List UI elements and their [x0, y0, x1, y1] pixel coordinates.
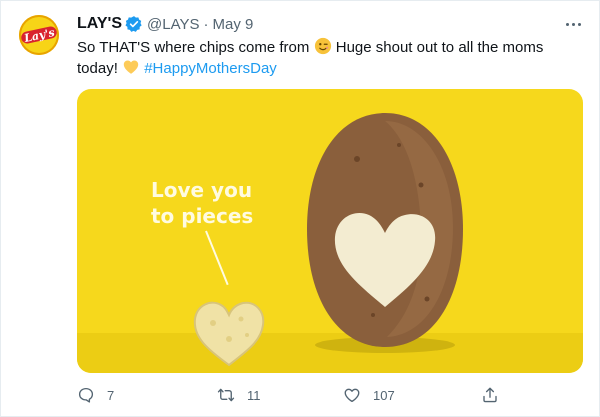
heart-chip-image — [193, 301, 265, 367]
share-icon — [483, 387, 497, 403]
tweet-actions: 7 11 107 — [77, 383, 517, 407]
reply-button[interactable]: 7 — [77, 383, 114, 407]
slogan-pointer-line — [205, 230, 229, 286]
reply-count: 7 — [107, 387, 115, 403]
like-icon — [344, 388, 360, 403]
tweet-text-part1: So THAT'S where chips come from — [77, 39, 310, 56]
tweet-image[interactable]: Love you to pieces — [77, 89, 583, 373]
retweet-icon — [217, 388, 235, 402]
image-slogan-line1: Love you — [151, 178, 253, 202]
lays-logo: Lay's — [19, 15, 59, 55]
verified-badge-icon — [125, 16, 142, 32]
avatar[interactable]: Lay's — [17, 13, 61, 57]
potato-image — [307, 113, 463, 353]
author-handle[interactable]: @LAYS — [147, 16, 199, 33]
tweet-text: So THAT'S where chips come from Huge sho… — [77, 37, 577, 79]
image-slogan-line2: to pieces — [151, 204, 254, 228]
more-options-icon[interactable] — [561, 15, 585, 33]
author-name[interactable]: LAY'S — [77, 15, 122, 33]
winking-face-emoji — [314, 37, 331, 55]
reply-icon — [78, 387, 94, 403]
hashtag-link[interactable]: #HappyMothersDay — [144, 60, 277, 77]
logo-text: Lay's — [22, 25, 56, 45]
retweet-button[interactable]: 11 — [217, 383, 261, 407]
retweet-count: 11 — [247, 387, 261, 403]
like-count: 107 — [373, 387, 395, 403]
tweet-card[interactable]: Lay's LAY'S @LAYS · May 9 So THAT'S wher… — [0, 0, 600, 417]
tweet-date[interactable]: May 9 — [213, 16, 254, 33]
tweet-header: LAY'S @LAYS · May 9 — [77, 13, 253, 35]
yellow-heart-emoji — [123, 60, 139, 74]
share-button[interactable] — [481, 383, 511, 407]
separator-dot: · — [203, 15, 209, 33]
like-button[interactable]: 107 — [343, 383, 395, 407]
image-slogan: Love you to pieces — [151, 177, 253, 229]
